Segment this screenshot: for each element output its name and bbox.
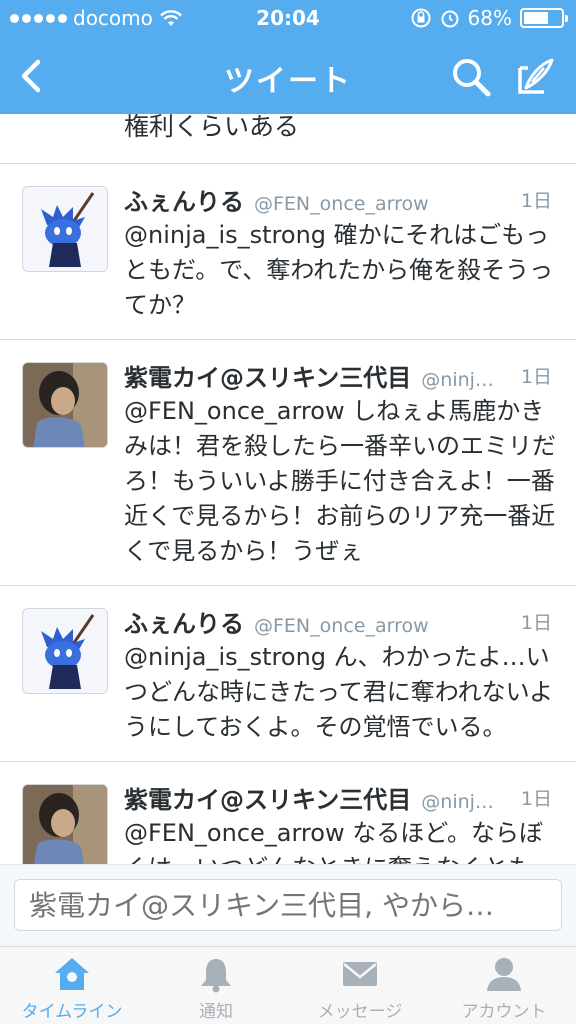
person-icon [487,958,521,991]
photo-avatar-image [23,363,107,447]
reply-input[interactable] [14,879,562,931]
user-name[interactable]: ふぇんりる [124,182,244,217]
tweet-text: 権利くらいある [124,114,300,141]
tweet-text: @ninja_is_strong ん、わかったよ…いつどんな時にきたって君に奪わ… [124,643,554,741]
avatar[interactable] [22,784,108,864]
user-handle[interactable]: @FEN_once_arrow [254,615,429,637]
tweet-header: ふぇんりる @FEN_once_arrow [124,182,556,216]
avatar[interactable] [22,186,108,272]
tab-label: 通知 [199,1002,233,1022]
tab-label: タイムライン [21,1002,123,1022]
tweet-time: 1日 [520,190,552,212]
tweet-feed[interactable]: 権利くらいある ふぇんりる @FEN_once_arrow 1日 @ninja_… [0,114,576,864]
avatar[interactable] [22,362,108,448]
tweet-text: @FEN_once_arrow しねぇよ馬鹿かきみは！君を殺したら一番辛いのエミ… [124,397,556,565]
home-icon [55,958,89,990]
user-handle[interactable]: @ninj… [421,791,494,813]
ninja-avatar-image [23,187,107,271]
tweet-time: 1日 [520,366,552,388]
tab-timeline[interactable]: タイムライン [0,947,144,1024]
alarm-icon [441,10,459,28]
tab-account[interactable]: アカウント [432,947,576,1024]
user-handle[interactable]: @ninj… [421,369,494,391]
tab-bar: タイムライン 通知 メッセージ アカウント [0,946,576,1024]
tweet-text: @FEN_once_arrow なるほど。ならぼくは。いつどんなときに奪えなくと… [124,819,556,864]
status-right: 68% [410,6,568,30]
tweet-item[interactable]: ふぇんりる @FEN_once_arrow 1日 @ninja_is_stron… [0,164,576,340]
ninja-avatar-image [23,609,107,693]
bell-icon [201,959,231,993]
tweet-time: 1日 [520,788,552,810]
tweet-time: 1日 [520,612,552,634]
user-handle[interactable]: @FEN_once_arrow [254,193,429,215]
avatar[interactable] [22,608,108,694]
battery-icon [520,8,568,28]
reply-bar [0,864,576,946]
status-bar: docomo 20:04 68% [0,0,576,38]
user-name[interactable]: 紫電カイ@スリキン三代目 [124,358,411,393]
tweet-item[interactable]: 紫電カイ@スリキン三代目 @ninj… 1日 @FEN_once_arrow し… [0,340,576,586]
tab-label: メッセージ [317,1002,403,1022]
tweet-item[interactable]: 紫電カイ@スリキン三代目 @ninj… 1日 @FEN_once_arrow な… [0,762,576,864]
app-header: docomo 20:04 68% ツイート [0,0,576,114]
user-name[interactable]: ふぇんりる [124,604,244,639]
nav-bar: ツイート [0,40,576,112]
tweet-partial[interactable]: 権利くらいある [0,114,576,164]
battery-percent: 68% [467,6,512,30]
user-name[interactable]: 紫電カイ@スリキン三代目 [124,780,411,815]
tweet-item[interactable]: ふぇんりる @FEN_once_arrow 1日 @ninja_is_stron… [0,586,576,762]
search-icon[interactable] [448,54,494,100]
tweet-header: ふぇんりる @FEN_once_arrow [124,604,556,638]
envelope-icon [343,962,377,986]
photo-avatar-image [23,785,107,864]
tab-notifications[interactable]: 通知 [144,947,288,1024]
tweet-text: @ninja_is_strong 確かにそれはごもっともだ。で、奪われたから俺を… [124,221,554,319]
compose-icon[interactable] [512,54,558,100]
battery-fill [524,12,548,24]
rotation-lock-icon [411,8,431,28]
tweet-header: 紫電カイ@スリキン三代目 @ninj… [124,358,556,392]
tab-messages[interactable]: メッセージ [288,947,432,1024]
tweet-header: 紫電カイ@スリキン三代目 @ninj… [124,780,556,814]
tab-label: アカウント [461,1002,547,1022]
